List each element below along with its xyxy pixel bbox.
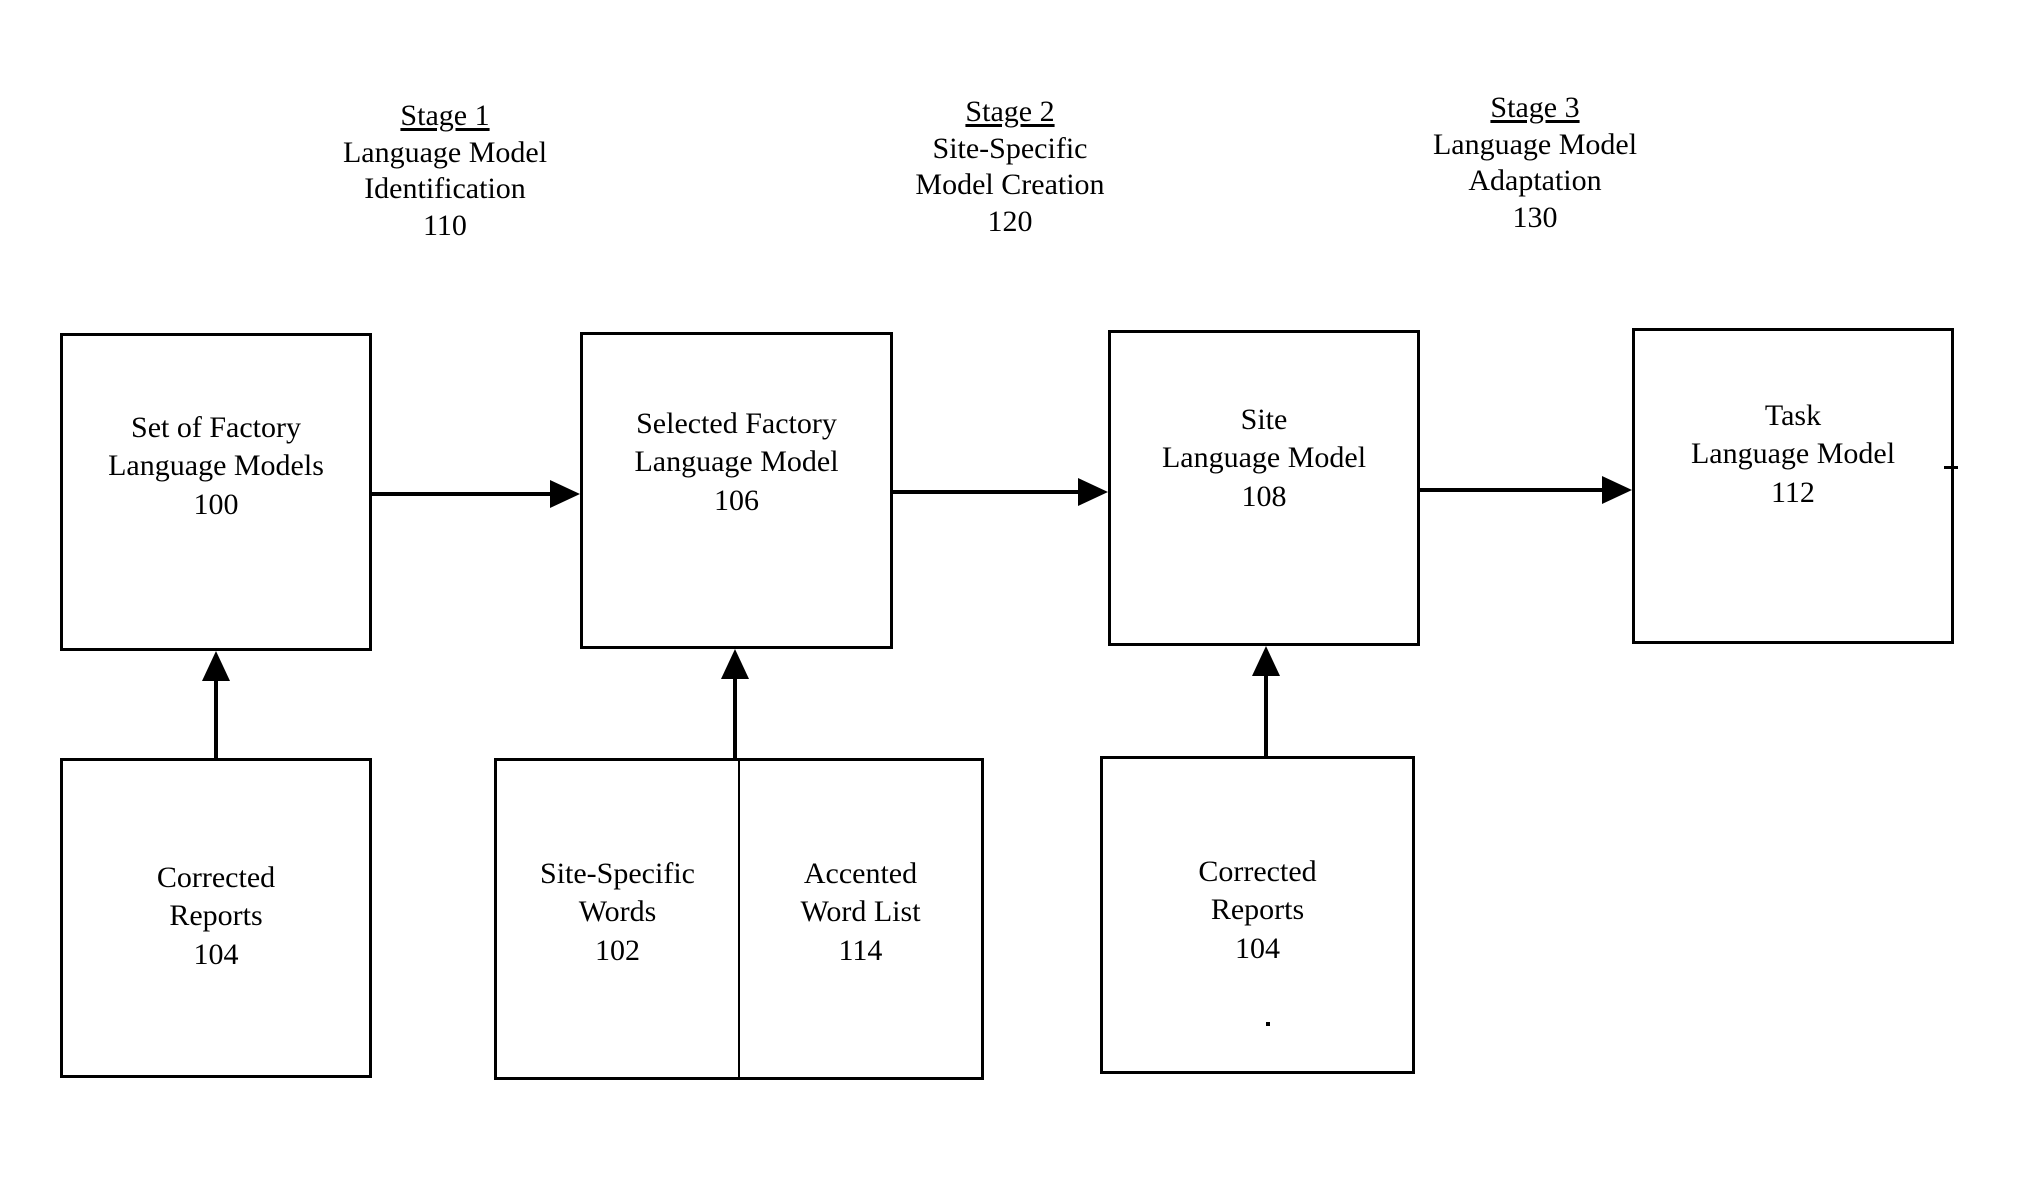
stage-header-1: Stage 1 Language Model Identification 11… [300, 98, 590, 244]
box-104-left-label: Corrected Reports 104 [63, 859, 369, 974]
box-114-label: Accented Word List 114 [740, 855, 981, 970]
box-112-line2: Language Model [1690, 437, 1896, 471]
box-100-number: 100 [193, 487, 239, 521]
box-100-line2: Language Models [108, 449, 324, 483]
stage-3-title: Stage 3 [1490, 91, 1580, 124]
box-104-left-line2: Reports [169, 899, 263, 933]
stage-2-line2: Model Creation [915, 168, 1105, 202]
box-104-right-label: Corrected Reports 104 [1103, 853, 1412, 968]
box-102-line2: Words [578, 895, 657, 929]
stage-2-title: Stage 2 [965, 95, 1055, 128]
split-half-site-specific-words[interactable]: Site-Specific Words 102 [497, 761, 738, 1077]
box-corrected-reports-left[interactable]: Corrected Reports 104 [60, 758, 372, 1078]
box-114-line1: Accented [803, 857, 918, 890]
box-104-left-number: 104 [193, 937, 239, 971]
box-102-line1: Site-Specific [540, 857, 695, 890]
box-100-line1: Set of Factory [131, 411, 301, 444]
stage-3-number: 130 [1512, 200, 1558, 234]
box-106-number: 106 [714, 483, 759, 517]
box-100-label: Set of Factory Language Models 100 [63, 409, 369, 524]
box-112-line1: Task [1764, 399, 1822, 432]
box-108-label: Site Language Model 108 [1111, 401, 1417, 516]
box-114-line2: Word List [800, 895, 921, 929]
task-box-dash-artifact [1944, 466, 1958, 469]
split-half-accented-word-list[interactable]: Accented Word List 114 [740, 761, 981, 1077]
box-104-left-line1: Corrected [156, 861, 276, 894]
box-corrected-reports-right[interactable]: Corrected Reports 104 [1100, 756, 1415, 1074]
box-102-number: 102 [595, 933, 640, 967]
stage-header-2: Stage 2 Site-Specific Model Creation 120 [865, 94, 1155, 240]
box-102-label: Site-Specific Words 102 [497, 855, 738, 970]
arrow-104-left-to-100 [202, 651, 230, 761]
box-104-right-line1: Corrected [1198, 855, 1317, 888]
arrow-104-right-to-108 [1252, 646, 1280, 758]
box-112-number: 112 [1771, 475, 1815, 509]
box-site-specific-words-and-accented-word-list[interactable]: Site-Specific Words 102 Accented Word Li… [494, 758, 984, 1080]
stage-3-line2: Adaptation [1468, 164, 1602, 198]
box-106-line1: Selected Factory [636, 407, 837, 440]
arrow-106-to-108 [893, 478, 1108, 506]
box-106-line2: Language Model [634, 445, 839, 479]
box-site-language-model[interactable]: Site Language Model 108 [1108, 330, 1420, 646]
arrow-100-to-106 [372, 480, 580, 508]
corrected-reports-dot-artifact [1266, 1022, 1270, 1026]
box-112-label: Task Language Model 112 [1635, 397, 1951, 512]
box-104-right-line2: Reports [1210, 893, 1305, 927]
stage-3-line1: Language Model [1432, 127, 1638, 161]
box-108-line1: Site [1240, 403, 1288, 436]
stage-header-3: Stage 3 Language Model Adaptation 130 [1390, 90, 1680, 236]
box-task-language-model[interactable]: Task Language Model 112 [1632, 328, 1954, 644]
box-set-of-factory-language-models[interactable]: Set of Factory Language Models 100 [60, 333, 372, 651]
box-108-number: 108 [1241, 479, 1287, 513]
stage-2-line1: Site-Specific [932, 131, 1088, 165]
box-104-right-number: 104 [1235, 931, 1280, 965]
box-114-number: 114 [838, 933, 883, 967]
stage-1-title: Stage 1 [400, 99, 490, 132]
box-selected-factory-language-model[interactable]: Selected Factory Language Model 106 [580, 332, 893, 649]
stage-1-line1: Language Model [342, 135, 548, 169]
figure-canvas: Stage 1 Language Model Identification 11… [0, 0, 2032, 1193]
stage-1-number: 110 [423, 208, 467, 242]
arrow-split-box-to-106 [721, 649, 749, 761]
box-108-line2: Language Model [1161, 441, 1367, 475]
stage-2-number: 120 [987, 204, 1033, 238]
arrow-108-to-112 [1420, 476, 1632, 504]
stage-1-line2: Identification [364, 172, 526, 206]
box-106-label: Selected Factory Language Model 106 [583, 405, 890, 520]
